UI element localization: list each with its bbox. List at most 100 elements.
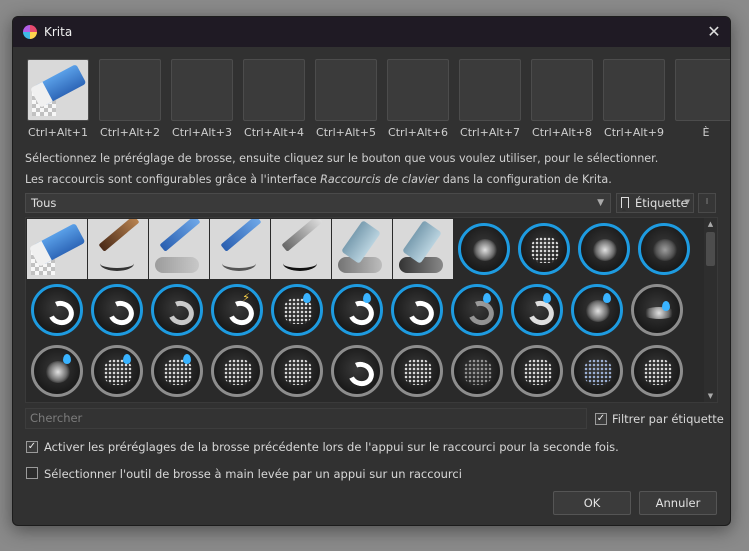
- search-input[interactable]: Chercher: [25, 408, 587, 429]
- pencil-scribble-icon: [222, 256, 256, 271]
- preset-texture-2[interactable]: [267, 341, 327, 401]
- preset-wet-2[interactable]: [327, 280, 387, 340]
- preset-wet-6[interactable]: [567, 280, 627, 340]
- shortcut-slots: Ctrl+Alt+1 Ctrl+Alt+2 Ctrl+Alt+3 Ctrl+Al…: [25, 59, 730, 139]
- chevron-down-icon: ▼: [597, 198, 604, 208]
- filter-by-tag-label[interactable]: Filtrer par étiquette: [612, 412, 724, 426]
- slot-10-box[interactable]: [675, 59, 730, 121]
- preset-texture-6[interactable]: [507, 341, 567, 401]
- preset-texture-5[interactable]: [447, 341, 507, 401]
- preset-soft-1[interactable]: [454, 219, 514, 279]
- preset-row4-1[interactable]: [27, 402, 87, 403]
- slot-7-box[interactable]: [459, 59, 521, 121]
- preset-row4-2[interactable]: [87, 402, 147, 403]
- preset-smudge[interactable]: [627, 280, 687, 340]
- scrollbar-thumb[interactable]: [706, 232, 715, 266]
- slot-8[interactable]: Ctrl+Alt+8: [529, 59, 595, 139]
- scroll-down-icon[interactable]: ▼: [704, 390, 717, 402]
- brush-tip-disk: ⚡: [211, 284, 263, 336]
- preset-row4-4[interactable]: [207, 402, 267, 403]
- scroll-up-icon[interactable]: ▲: [704, 218, 717, 230]
- slot-1[interactable]: Ctrl+Alt+1: [25, 59, 91, 139]
- preset-basic-3[interactable]: [147, 280, 207, 340]
- preset-wet-5[interactable]: [507, 280, 567, 340]
- preset-soft-2[interactable]: [514, 219, 574, 279]
- preset-wet-3[interactable]: [387, 280, 447, 340]
- preset-grid[interactable]: ⚡ ▲ ▼: [25, 217, 718, 403]
- preset-marker-2[interactable]: [393, 219, 453, 279]
- preset-basic-2[interactable]: [87, 280, 147, 340]
- slot-3[interactable]: Ctrl+Alt+3: [169, 59, 235, 139]
- preset-texture-1[interactable]: [207, 341, 267, 401]
- preset-texture-8[interactable]: [627, 341, 687, 401]
- preset-wet-1[interactable]: [267, 280, 327, 340]
- brush-tip-disk: [458, 223, 510, 275]
- close-icon[interactable]: ✕: [704, 22, 724, 42]
- slot-8-box[interactable]: [531, 59, 593, 121]
- eraser-icon: [32, 223, 86, 265]
- window-title: Krita: [44, 25, 73, 39]
- preset-texture-3[interactable]: [327, 341, 387, 401]
- preset-row4-11[interactable]: [627, 402, 687, 403]
- preset-pencil-1[interactable]: [149, 219, 209, 279]
- eraser-icon: [33, 64, 87, 106]
- slot-9-box[interactable]: [603, 59, 665, 121]
- tag-dropdown[interactable]: Tous ▼: [25, 193, 611, 213]
- preset-marker-1[interactable]: [332, 219, 392, 279]
- hard-stroke-icon: [524, 297, 558, 329]
- brush-tip-disk: [451, 345, 503, 397]
- preset-basic-4[interactable]: ⚡: [207, 280, 267, 340]
- preset-paint-brush[interactable]: [88, 219, 148, 279]
- preset-texture-4[interactable]: [387, 341, 447, 401]
- preset-row4-9[interactable]: [507, 402, 567, 403]
- slot-4[interactable]: Ctrl+Alt+4: [241, 59, 307, 139]
- slot-3-box[interactable]: [171, 59, 233, 121]
- ok-button[interactable]: OK: [553, 491, 631, 515]
- select-freehand-tool-label[interactable]: Sélectionner l'outil de brosse à main le…: [44, 467, 462, 481]
- smudge-stroke-icon: [642, 307, 676, 319]
- preset-texture-7[interactable]: [567, 341, 627, 401]
- reactivate-previous-preset-checkbox[interactable]: ✓: [26, 441, 38, 453]
- preset-scrollbar[interactable]: ▲ ▼: [704, 218, 717, 402]
- preset-wet-4[interactable]: [447, 280, 507, 340]
- preset-row4-10[interactable]: [567, 402, 627, 403]
- slot-6[interactable]: Ctrl+Alt+6: [385, 59, 451, 139]
- tag-button[interactable]: Étiquette ▼: [616, 193, 694, 213]
- paintbrush-icon: [98, 219, 140, 252]
- hard-stroke-icon: [104, 297, 138, 329]
- preset-row4-3[interactable]: [147, 402, 207, 403]
- slot-2[interactable]: Ctrl+Alt+2: [97, 59, 163, 139]
- hard-stroke-icon: [44, 297, 78, 329]
- preset-row4-8[interactable]: [447, 402, 507, 403]
- view-options-button[interactable]: ⁝: [698, 193, 716, 213]
- preset-blend-2[interactable]: [87, 341, 147, 401]
- preset-soft-3[interactable]: [574, 219, 634, 279]
- water-drop-icon: [183, 354, 191, 364]
- preset-eraser[interactable]: [27, 219, 87, 279]
- preset-blend-3[interactable]: [147, 341, 207, 401]
- slot-6-box[interactable]: [387, 59, 449, 121]
- slot-5[interactable]: Ctrl+Alt+5: [313, 59, 379, 139]
- preset-row4-5[interactable]: [267, 402, 327, 403]
- preset-row4-7[interactable]: [387, 402, 447, 403]
- preset-basic-1[interactable]: [27, 280, 87, 340]
- preset-row4-6[interactable]: [327, 402, 387, 403]
- select-freehand-tool-checkbox[interactable]: [26, 467, 38, 479]
- slot-2-box[interactable]: [99, 59, 161, 121]
- preset-soft-4[interactable]: [634, 219, 694, 279]
- brush-tip-disk: [571, 345, 623, 397]
- slot-9[interactable]: Ctrl+Alt+9: [601, 59, 667, 139]
- slot-5-box[interactable]: [315, 59, 377, 121]
- filter-by-tag-checkbox[interactable]: ✓: [595, 413, 607, 425]
- reactivate-previous-preset-label[interactable]: Activer les préréglages de la brosse pré…: [44, 440, 619, 454]
- preset-blend-1[interactable]: [27, 341, 87, 401]
- preset-ink-pen[interactable]: [271, 219, 331, 279]
- slot-1-preset-thumbnail[interactable]: [27, 59, 89, 121]
- brush-tip-disk: [271, 284, 323, 336]
- cancel-button[interactable]: Annuler: [639, 491, 717, 515]
- preset-pencil-2[interactable]: [210, 219, 270, 279]
- slot-7[interactable]: Ctrl+Alt+7: [457, 59, 523, 139]
- water-drop-icon: [63, 354, 71, 364]
- slot-10[interactable]: È: [673, 59, 730, 139]
- slot-4-box[interactable]: [243, 59, 305, 121]
